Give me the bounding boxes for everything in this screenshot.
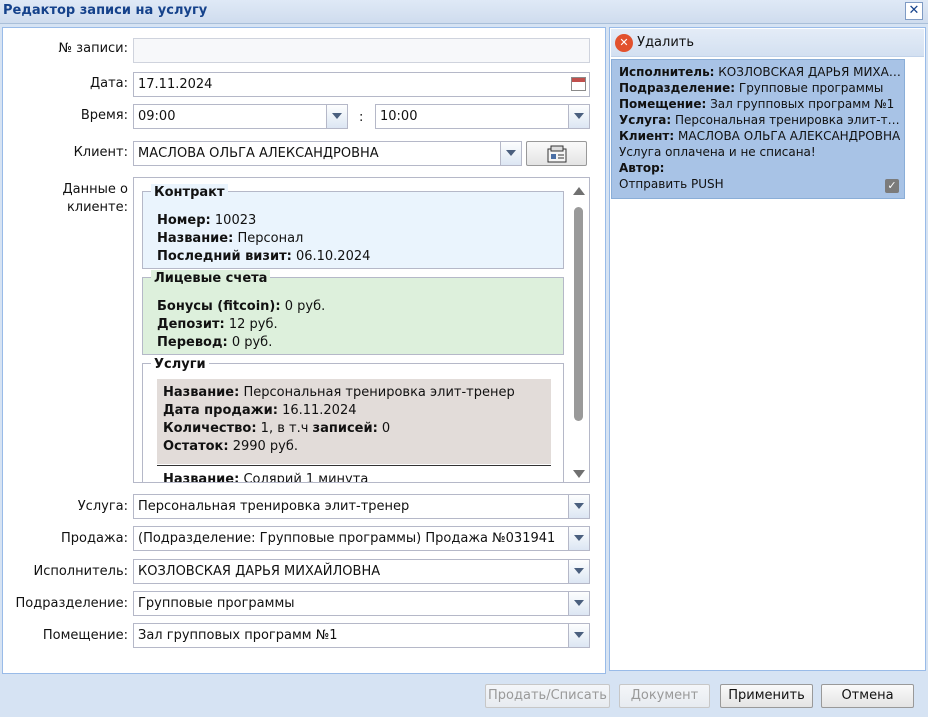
time-from-select[interactable]: 09:00	[133, 104, 348, 129]
close-icon[interactable]: ✕	[905, 2, 923, 20]
time-separator: :	[359, 110, 364, 125]
department-value: Групповые программы	[138, 596, 295, 611]
contract-legend: Контракт	[151, 184, 228, 202]
service-card: Название: Персональная тренировка элит-т…	[157, 379, 551, 464]
executor-label: Исполнитель:	[33, 564, 128, 579]
scroll-thumb[interactable]	[574, 207, 583, 421]
sale-value: (Подразделение: Групповые программы) Про…	[138, 531, 556, 546]
record-no-label: № записи:	[58, 41, 128, 56]
services-fieldset: Услуги Название: Персональная тренировка…	[142, 356, 564, 483]
room-label: Помещение:	[42, 628, 128, 643]
cancel-button[interactable]: Отмена	[821, 684, 914, 708]
time-to-select[interactable]: 10:00	[375, 104, 590, 129]
chevron-down-icon[interactable]	[326, 105, 347, 128]
record-client: МАСЛОВА ОЛЬГА АЛЕКСАНДРОВНА	[678, 129, 901, 143]
record-card[interactable]: Исполнитель: КОЗЛОВСКАЯ ДАРЬЯ МИХАЙЛОВНА…	[611, 59, 905, 199]
service-value: Персональная тренировка элит-тренер	[138, 499, 410, 514]
time-to-value: 10:00	[380, 109, 418, 124]
client-value: МАСЛОВА ОЛЬГА АЛЕКСАНДРОВНА	[138, 146, 379, 161]
sell-button[interactable]: Продать/Списать	[485, 684, 610, 708]
contract-name: Персонал	[237, 231, 304, 246]
scroll-down-icon[interactable]	[572, 469, 586, 479]
transfer-value: 0 руб.	[231, 335, 273, 350]
record-no-field[interactable]	[133, 38, 590, 63]
chevron-down-icon[interactable]	[500, 142, 521, 165]
client-card-icon	[547, 145, 566, 163]
executor-select[interactable]: КОЗЛОВСКАЯ ДАРЬЯ МИХАЙЛОВНА	[133, 559, 590, 584]
chevron-down-icon[interactable]	[568, 624, 589, 647]
client-select[interactable]: МАСЛОВА ОЛЬГА АЛЕКСАНДРОВНА	[133, 141, 522, 166]
record-room: Зал групповых программ №1	[710, 97, 895, 111]
record-service: Персональная тренировка элит-тренер	[674, 113, 905, 127]
record-status: Услуга оплачена и не списана!	[619, 145, 816, 159]
delete-button[interactable]: ✕ Удалить	[615, 33, 694, 53]
executor-value: КОЗЛОВСКАЯ ДАРЬЯ МИХАЙЛОВНА	[138, 564, 381, 579]
room-select[interactable]: Зал групповых программ №1	[133, 623, 590, 648]
chevron-down-icon[interactable]	[568, 105, 589, 128]
last-visit: 06.10.2024	[295, 249, 371, 264]
department-select[interactable]: Групповые программы	[133, 591, 590, 616]
push-label: Отправить PUSH	[619, 177, 724, 191]
chevron-down-icon[interactable]	[568, 495, 589, 518]
push-checkbox[interactable]: ✓	[885, 179, 899, 193]
scroll-up-icon[interactable]	[572, 186, 586, 196]
date-label: Дата:	[89, 76, 128, 91]
service-select[interactable]: Персональная тренировка элит-тренер	[133, 494, 590, 519]
sale-select[interactable]: (Подразделение: Групповые программы) Про…	[133, 526, 590, 551]
time-label: Время:	[80, 108, 128, 123]
room-value: Зал групповых программ №1	[138, 628, 338, 643]
record-executor: КОЗЛОВСКАЯ ДАРЬЯ МИХАЙЛОВНА	[718, 65, 905, 79]
accounts-fieldset: Лицевые счета Бонусы (fitcoin): 0 руб. Д…	[142, 270, 564, 355]
contract-number: 10023	[214, 213, 257, 228]
delete-icon: ✕	[615, 34, 633, 52]
window-title: Редактор записи на услугу	[3, 3, 208, 18]
record-author-label: Автор:	[619, 161, 665, 175]
date-value: 17.11.2024	[138, 77, 213, 92]
service-card: Название: Солярий 1 минута	[163, 472, 369, 483]
delete-label: Удалить	[637, 35, 695, 50]
date-field[interactable]: 17.11.2024	[133, 72, 590, 97]
calendar-icon[interactable]	[571, 77, 586, 91]
accounts-legend: Лицевые счета	[151, 270, 271, 288]
bonus-value: 0 руб.	[284, 299, 326, 314]
sale-label: Продажа:	[61, 531, 128, 546]
record-department: Групповые программы	[738, 81, 884, 95]
client-label: Клиент:	[73, 145, 128, 160]
chevron-down-icon[interactable]	[568, 527, 589, 550]
document-button[interactable]: Документ	[619, 684, 710, 708]
client-data-label: Данные о клиенте:	[62, 182, 128, 215]
time-from-value: 09:00	[138, 109, 176, 124]
department-label: Подразделение:	[15, 596, 128, 611]
chevron-down-icon[interactable]	[568, 592, 589, 615]
chevron-down-icon[interactable]	[568, 560, 589, 583]
client-info-box: Контракт Номер: 10023 Название: Персонал…	[133, 177, 590, 483]
client-card-button[interactable]	[526, 141, 587, 166]
services-legend: Услуги	[151, 356, 209, 374]
apply-button[interactable]: Применить	[720, 684, 813, 708]
service-label: Услуга:	[77, 499, 128, 514]
info-scrollbar[interactable]	[572, 182, 586, 480]
contract-fieldset: Контракт Номер: 10023 Название: Персонал…	[142, 184, 564, 269]
deposit-value: 12 руб.	[228, 317, 278, 332]
